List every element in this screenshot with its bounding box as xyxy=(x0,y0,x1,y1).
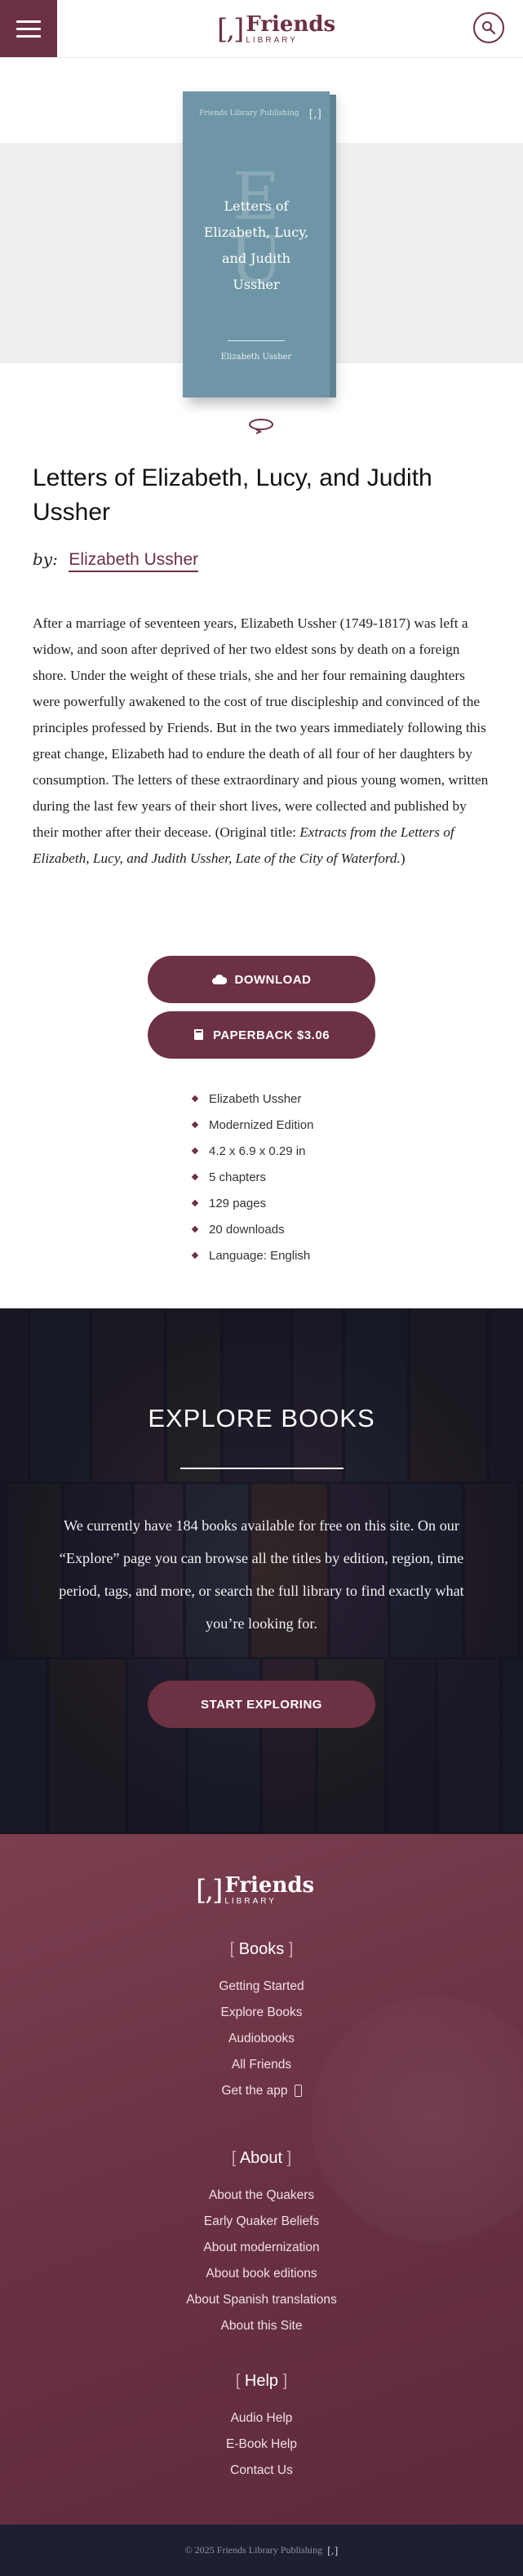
cover-logo-mark: [,] xyxy=(308,108,321,121)
footer-logo-name: Friends xyxy=(224,1873,315,1898)
footer-link-audio-help[interactable]: Audio Help xyxy=(0,2405,523,2432)
footer-link-get-app[interactable]: Get the app xyxy=(0,2078,523,2104)
start-exploring-button[interactable]: START EXPLORING xyxy=(148,1681,375,1728)
cover-title-line: Elizabeth, Lucy, xyxy=(203,224,309,240)
footer-link-ebook-help[interactable]: E-Book Help xyxy=(0,2432,523,2458)
by-label: by: xyxy=(33,549,58,569)
footer-link-getting-started[interactable]: Getting Started xyxy=(0,1974,523,2000)
cover-title-line: and Judith xyxy=(222,251,290,266)
logo-sub: LIBRARY xyxy=(246,36,298,45)
top-navbar: [,] Friends LIBRARY xyxy=(0,0,523,58)
description-end: ) xyxy=(400,851,406,866)
detail-language: Language: English xyxy=(191,1242,313,1268)
footer-heading-books: Books xyxy=(238,1940,285,1958)
cover-title: Letters of Elizabeth, Lucy, and Judith U… xyxy=(191,193,321,298)
cloud-download-icon xyxy=(211,974,227,984)
detail-downloads: 20 downloads xyxy=(191,1216,313,1242)
footer-logo[interactable]: [,] Friends LIBRARY xyxy=(196,1875,314,1906)
explore-section: EXPLORE BOOKS We currently have 184 book… xyxy=(0,1308,523,1834)
footer-link-editions[interactable]: About book editions xyxy=(0,2261,523,2287)
hamburger-menu-icon[interactable] xyxy=(0,0,57,57)
footer-link-early-beliefs[interactable]: Early Quaker Beliefs xyxy=(0,2209,523,2235)
detail-author: Elizabeth Ussher xyxy=(191,1086,313,1112)
logo-mark: [,] xyxy=(217,13,244,46)
footer-logo-sub: LIBRARY xyxy=(224,1897,277,1906)
book-title: Letters of Elizabeth, Lucy, and Judith U… xyxy=(33,464,432,526)
download-button[interactable]: DOWNLOAD xyxy=(148,956,375,1003)
footer-link-about-site[interactable]: About this Site xyxy=(0,2313,523,2339)
detail-edition: Modernized Edition xyxy=(191,1112,313,1138)
explore-title: EXPLORE BOOKS xyxy=(148,1404,375,1432)
detail-pages: 129 pages xyxy=(191,1190,313,1216)
cover-author: Elizabeth Ussher xyxy=(220,353,292,362)
copyright-bar: © 2025 Friends Library Publishing [,] xyxy=(0,2525,523,2576)
footer-link-modernization[interactable]: About modernization xyxy=(0,2235,523,2261)
site-footer: [,] Friends LIBRARY [ Books ] Getting St… xyxy=(0,1834,523,2525)
search-icon[interactable] xyxy=(473,12,504,43)
footer-heading-about: About xyxy=(239,2149,283,2167)
footer-link-explore-books[interactable]: Explore Books xyxy=(0,2000,523,2026)
paperback-label: PAPERBACK $3.06 xyxy=(212,1028,330,1042)
copyright-mark: [,] xyxy=(327,2544,339,2556)
rotate-3d-icon[interactable] xyxy=(246,416,276,434)
book-details-list: Elizabeth Ussher Modernized Edition 4.2 … xyxy=(191,1086,313,1268)
phone-icon xyxy=(294,2085,302,2097)
download-label: DOWNLOAD xyxy=(234,972,312,987)
detail-chapters: 5 chapters xyxy=(191,1164,313,1190)
explore-text: We currently have 184 books available fo… xyxy=(59,1517,464,1632)
logo-name: Friends xyxy=(246,12,336,37)
footer-logo-mark: [,] xyxy=(196,1874,223,1907)
detail-size: 4.2 x 6.9 x 0.29 in xyxy=(191,1138,313,1164)
cover-title-line: Letters of xyxy=(224,198,289,214)
explore-divider xyxy=(180,1468,343,1469)
footer-link-about-quakers[interactable]: About the Quakers xyxy=(0,2183,523,2209)
footer-heading-help: Help xyxy=(244,2372,279,2390)
byline: by: Elizabeth Ussher xyxy=(33,549,199,572)
footer-about-section: [ About ] About the Quakers Early Quaker… xyxy=(0,2149,523,2339)
description-text: After a marriage of seventeen years, Eli… xyxy=(33,615,489,840)
author-link[interactable]: Elizabeth Ussher xyxy=(69,550,199,572)
book-icon xyxy=(193,1029,203,1040)
site-logo[interactable]: [,] Friends LIBRARY xyxy=(217,11,335,48)
copyright-text: © 2025 Friends Library Publishing xyxy=(184,2544,323,2556)
footer-link-contact[interactable]: Contact Us xyxy=(0,2458,523,2484)
cover-publisher: Friends Library Publishing xyxy=(199,109,299,118)
book-description: After a marriage of seventeen years, Eli… xyxy=(33,611,490,872)
footer-link-all-friends[interactable]: All Friends xyxy=(0,2052,523,2078)
footer-books-section: [ Books ] Getting Started Explore Books … xyxy=(0,1940,523,2104)
footer-link-audiobooks[interactable]: Audiobooks xyxy=(0,2026,523,2052)
book-cover[interactable]: Friends Library Publishing [,] E U Lette… xyxy=(183,91,336,398)
footer-link-spanish[interactable]: About Spanish translations xyxy=(0,2287,523,2313)
paperback-button[interactable]: PAPERBACK $3.06 xyxy=(148,1011,375,1059)
cover-rule xyxy=(228,340,285,341)
cover-title-line: Ussher xyxy=(233,277,280,292)
footer-help-section: [ Help ] Audio Help E-Book Help Contact … xyxy=(0,2372,523,2484)
book-spine xyxy=(330,95,336,398)
